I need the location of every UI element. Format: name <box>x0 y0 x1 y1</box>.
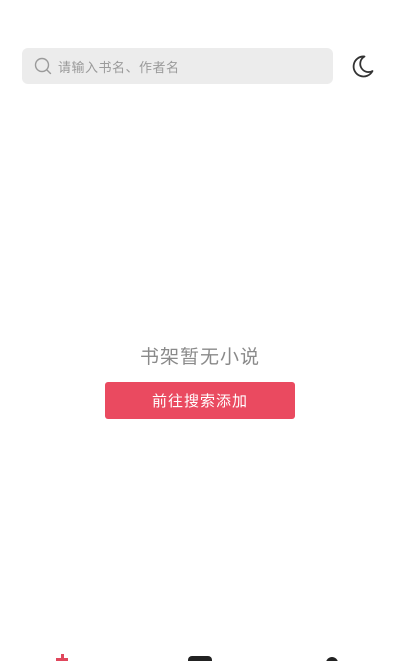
empty-state: 书架暂无小说 前往搜索添加 <box>0 340 400 419</box>
moon-icon <box>349 53 375 83</box>
search-bar[interactable]: 请输入书名、作者名 <box>22 48 333 84</box>
go-search-button[interactable]: 前往搜索添加 <box>105 382 295 419</box>
search-placeholder: 请输入书名、作者名 <box>58 60 180 76</box>
nav-item-discover[interactable] <box>188 654 212 661</box>
nav-item-bookshelf[interactable] <box>52 654 72 661</box>
bookshelf-page: 请输入书名、作者名 书架暂无小说 前往搜索添加 <box>0 0 400 661</box>
theme-toggle-button[interactable] <box>347 53 377 83</box>
empty-message: 书架暂无小说 <box>139 346 260 368</box>
nav-item-profile[interactable] <box>324 654 340 661</box>
search-icon <box>34 57 52 75</box>
bottom-nav <box>0 650 400 661</box>
